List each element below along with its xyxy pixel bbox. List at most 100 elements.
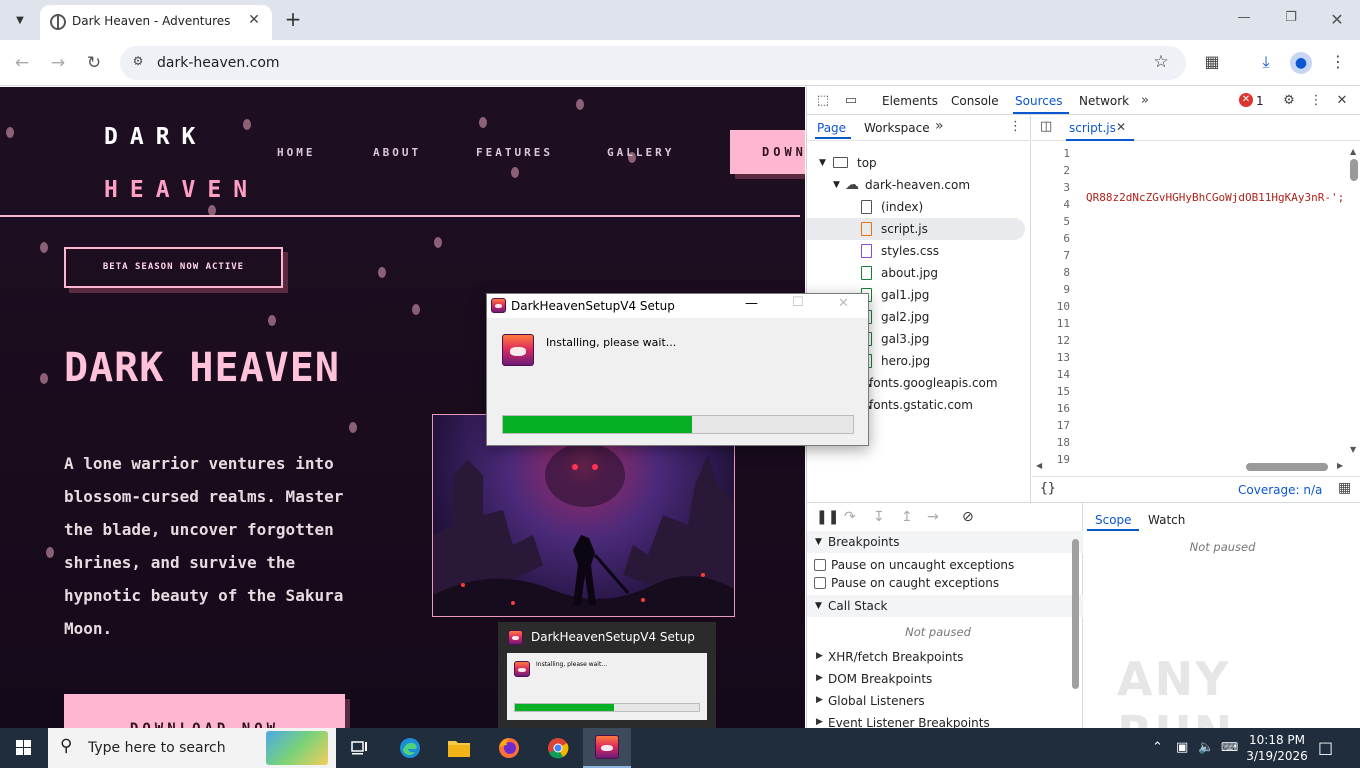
line-number[interactable]: 10 bbox=[1040, 300, 1070, 313]
nav-home[interactable]: HOME bbox=[277, 146, 316, 159]
back-arrow-icon[interactable]: ← bbox=[10, 51, 34, 75]
expand-arrow-icon[interactable]: ▶ bbox=[816, 695, 823, 705]
line-number[interactable]: 17 bbox=[1040, 419, 1070, 432]
tree-item[interactable]: (index) bbox=[807, 196, 1025, 218]
line-number[interactable]: 1 bbox=[1040, 147, 1070, 160]
tab-elements[interactable]: Elements bbox=[882, 94, 938, 108]
search-highlights-puzzle-icon[interactable] bbox=[266, 731, 328, 765]
deactivate-breakpoints-icon[interactable]: ⊘ bbox=[962, 509, 974, 525]
download-icon[interactable]: ⤓ bbox=[1254, 50, 1278, 74]
line-number[interactable]: 19 bbox=[1040, 453, 1070, 466]
task-view-icon[interactable] bbox=[336, 728, 384, 768]
pause-resume-icon[interactable]: ❚❚ bbox=[816, 509, 839, 525]
horizontal-scrollbar[interactable] bbox=[1246, 463, 1328, 471]
debugger-scrollbar[interactable] bbox=[1072, 539, 1079, 689]
show-hidden-icons-chevron-icon[interactable]: ⌃ bbox=[1152, 740, 1163, 755]
tab-sources[interactable]: Sources bbox=[1015, 94, 1062, 108]
chrome-icon[interactable] bbox=[534, 728, 582, 768]
editor-tab-script-js[interactable]: script.js bbox=[1069, 121, 1116, 135]
vertical-scrollbar[interactable] bbox=[1350, 159, 1358, 181]
nav-download-button[interactable]: DOWN bbox=[730, 130, 805, 174]
installer-minimize-icon[interactable]: — bbox=[745, 296, 758, 311]
scroll-right-arrow-icon[interactable]: ▶ bbox=[1337, 461, 1343, 470]
site-settings-icon[interactable]: ⚙ bbox=[129, 54, 147, 72]
tree-item[interactable]: ▼ top bbox=[807, 152, 1025, 174]
keyboard-language-icon[interactable]: ⌨ bbox=[1221, 740, 1238, 754]
site-logo[interactable]: DARK HEAVEN bbox=[104, 111, 259, 217]
installer-titlebar[interactable]: DarkHeavenSetupV4 Setup — ☐ ✕ bbox=[487, 294, 868, 318]
expand-arrow-icon[interactable]: ▶ bbox=[816, 717, 823, 727]
tree-item[interactable]: about.jpg bbox=[807, 262, 1025, 284]
nav-gallery[interactable]: GALLERY bbox=[607, 146, 674, 159]
browser-menu-icon[interactable]: ⋮ bbox=[1326, 50, 1350, 74]
coverage-status[interactable]: Coverage: n/a bbox=[1238, 483, 1322, 497]
toggle-debugger-icon[interactable]: ▦ bbox=[1338, 480, 1351, 496]
installer-maximize-icon[interactable]: ☐ bbox=[792, 295, 804, 310]
line-number[interactable]: 14 bbox=[1040, 368, 1070, 381]
pause-caught-checkbox[interactable] bbox=[814, 577, 826, 589]
scroll-left-arrow-icon[interactable]: ◀ bbox=[1036, 461, 1042, 470]
expand-arrow-icon[interactable]: ▶ bbox=[816, 673, 823, 683]
browser-tab[interactable]: Dark Heaven - Adventures of a ✕ bbox=[40, 5, 272, 40]
installer-close-icon[interactable]: ✕ bbox=[838, 296, 849, 311]
tab-close-icon[interactable]: ✕ bbox=[245, 11, 263, 29]
firefox-icon[interactable] bbox=[485, 728, 533, 768]
tree-item[interactable]: script.js bbox=[807, 218, 1025, 240]
expand-arrow-icon[interactable]: ▶ bbox=[816, 651, 823, 661]
global-listeners-section[interactable]: Global Listeners bbox=[828, 694, 925, 708]
new-tab-plus-icon[interactable]: + bbox=[282, 8, 304, 30]
line-number[interactable]: 9 bbox=[1040, 283, 1070, 296]
subtab-workspace[interactable]: Workspace bbox=[864, 121, 930, 135]
tab-console[interactable]: Console bbox=[951, 94, 999, 108]
dom-breakpoints-section[interactable]: DOM Breakpoints bbox=[828, 672, 932, 686]
tab-network[interactable]: Network bbox=[1079, 94, 1129, 108]
inspect-element-icon[interactable]: ⬚ bbox=[814, 92, 832, 110]
devtools-menu-icon[interactable]: ⋮ bbox=[1307, 92, 1325, 110]
line-number[interactable]: 7 bbox=[1040, 249, 1070, 262]
line-number[interactable]: 2 bbox=[1040, 164, 1070, 177]
profile-avatar-icon[interactable]: ● bbox=[1289, 50, 1313, 74]
url-text[interactable]: dark-heaven.com bbox=[157, 55, 280, 71]
pause-uncaught-checkbox[interactable] bbox=[814, 559, 826, 571]
error-count[interactable]: 1 bbox=[1256, 94, 1264, 108]
navigator-menu-icon[interactable]: ⋮ bbox=[1009, 119, 1022, 134]
step-over-icon[interactable]: ↷ bbox=[844, 509, 856, 525]
call-stack-section[interactable]: ▼ Call Stack bbox=[807, 595, 1083, 617]
subtab-page[interactable]: Page bbox=[817, 121, 846, 135]
close-window-icon[interactable]: ✕ bbox=[1325, 10, 1349, 30]
device-toolbar-icon[interactable]: ▭ bbox=[842, 92, 860, 110]
line-number[interactable]: 5 bbox=[1040, 215, 1070, 228]
volume-icon[interactable]: 🔈 bbox=[1198, 740, 1214, 755]
taskbar-clock[interactable]: 10:18 PM 3/19/2026 bbox=[1244, 732, 1310, 764]
line-number[interactable]: 16 bbox=[1040, 402, 1070, 415]
reload-icon[interactable]: ↻ bbox=[82, 51, 106, 75]
breakpoints-section[interactable]: ▼ Breakpoints bbox=[807, 531, 1083, 553]
settings-gear-icon[interactable]: ⚙ bbox=[1280, 92, 1298, 110]
xhr-breakpoints-section[interactable]: XHR/fetch Breakpoints bbox=[828, 650, 963, 664]
windows-start-icon[interactable] bbox=[0, 728, 48, 768]
taskbar-thumbnail-preview[interactable]: DarkHeavenSetupV4 Setup Installing, plea… bbox=[498, 622, 716, 728]
restore-icon[interactable]: ❐ bbox=[1279, 10, 1303, 30]
scroll-down-arrow-icon[interactable]: ▼ bbox=[1350, 445, 1356, 454]
line-number[interactable]: 12 bbox=[1040, 334, 1070, 347]
pretty-print-braces-icon[interactable]: {} bbox=[1040, 481, 1056, 496]
more-subtabs-chevron-icon[interactable]: » bbox=[935, 118, 944, 134]
nav-features[interactable]: FEATURES bbox=[476, 146, 553, 159]
scroll-up-arrow-icon[interactable]: ▲ bbox=[1350, 147, 1356, 156]
line-number[interactable]: 13 bbox=[1040, 351, 1070, 364]
step-into-icon[interactable]: ↧ bbox=[873, 509, 885, 525]
tree-item[interactable]: styles.css bbox=[807, 240, 1025, 262]
extensions-puzzle-icon[interactable]: ▦ bbox=[1200, 50, 1224, 74]
hero-download-button[interactable]: DOWNLOAD NOW bbox=[64, 694, 345, 728]
tab-scope[interactable]: Scope bbox=[1095, 513, 1132, 527]
bookmark-star-icon[interactable]: ☆ bbox=[1150, 52, 1172, 74]
tab-watch[interactable]: Watch bbox=[1148, 513, 1185, 527]
editor-tab-close-icon[interactable]: ✕ bbox=[1116, 120, 1126, 134]
nav-about[interactable]: ABOUT bbox=[373, 146, 421, 159]
file-explorer-icon[interactable] bbox=[435, 728, 483, 768]
toggle-navigator-icon[interactable]: ◫ bbox=[1040, 119, 1052, 134]
tree-item[interactable]: ▼ ☁ dark-heaven.com bbox=[807, 174, 1025, 196]
expand-arrow-icon[interactable]: ▼ bbox=[819, 152, 826, 174]
expand-arrow-icon[interactable]: ▼ bbox=[833, 174, 840, 196]
step-out-icon[interactable]: ↥ bbox=[901, 509, 913, 525]
